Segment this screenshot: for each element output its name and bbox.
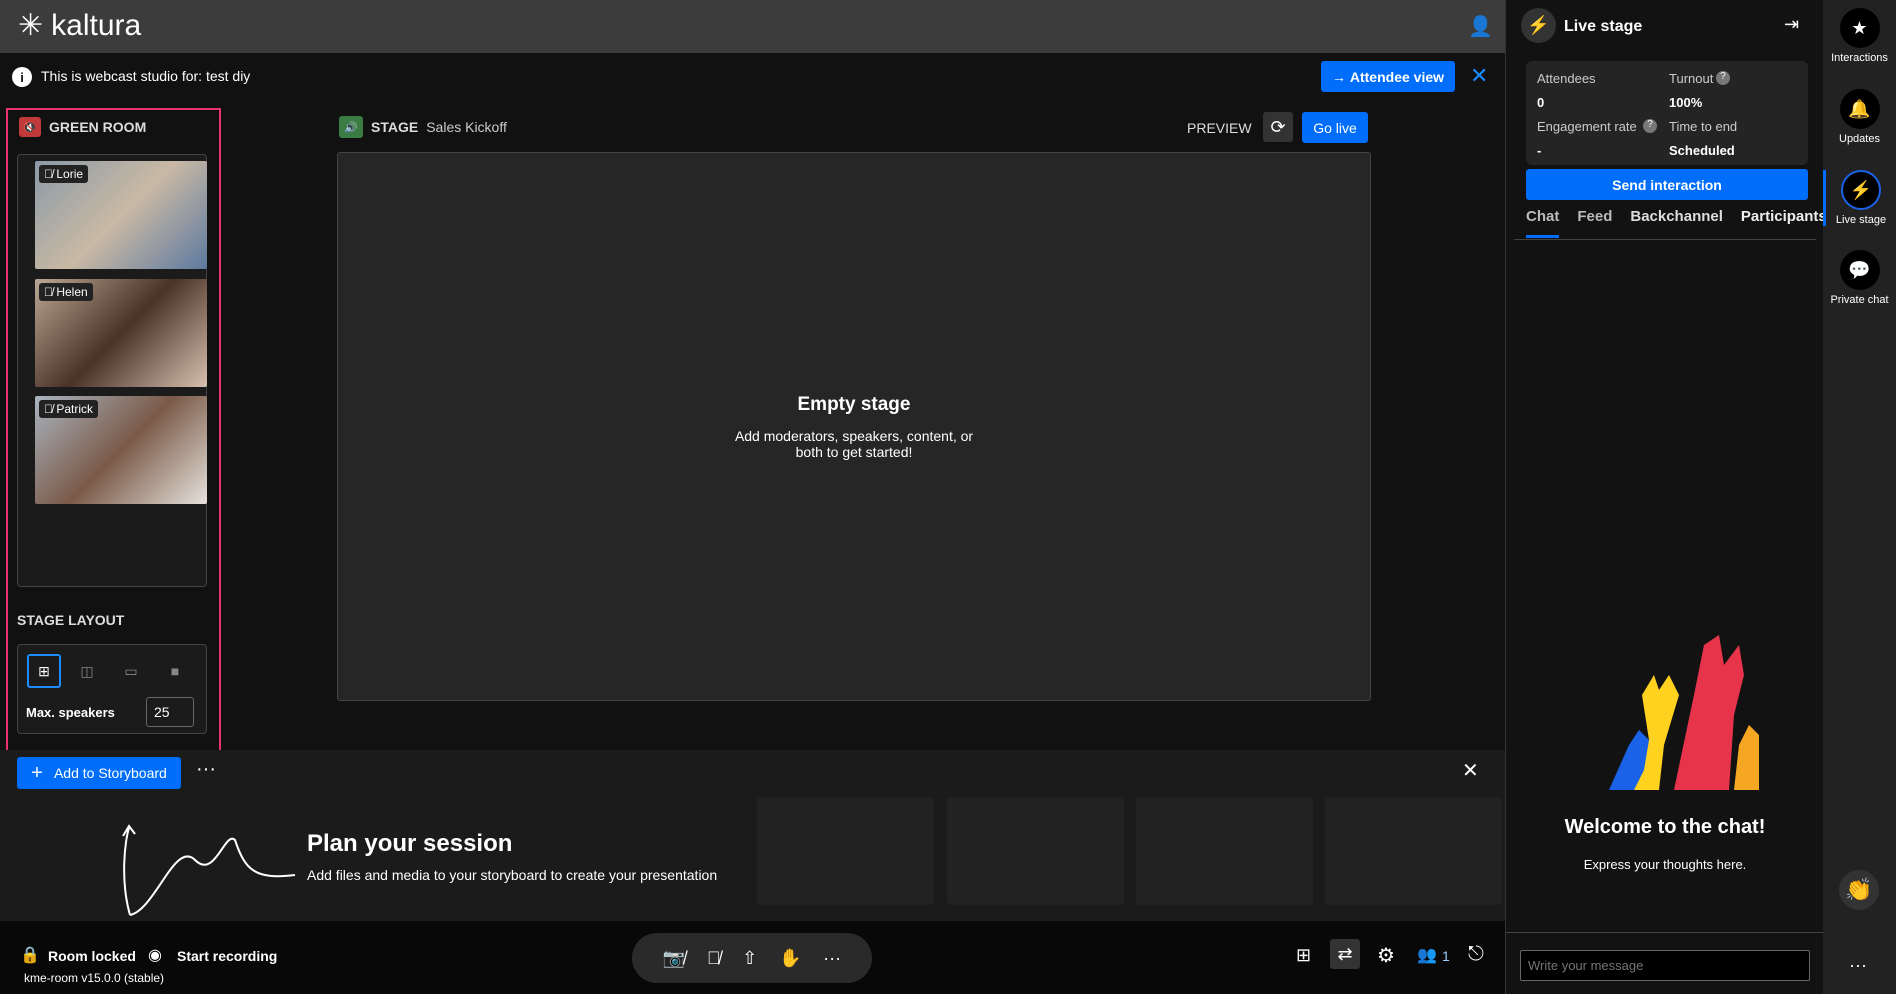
stage-layout-title: STAGE LAYOUT [17, 612, 125, 628]
help-icon[interactable]: ? [1643, 119, 1657, 133]
storyboard-placeholder [1325, 797, 1502, 905]
green-room-panel: 🔇 GREEN ROOM 🎙̸ Lorie 🎙̸ Helen 🎙̸ Patric… [6, 108, 221, 752]
info-icon: i [12, 67, 32, 87]
leave-icon[interactable]: ⎋ [1468, 943, 1484, 966]
send-interaction-button[interactable]: Send interaction [1526, 169, 1808, 200]
storyboard-placeholder [947, 797, 1124, 905]
stage-header: 🔊 STAGE Sales Kickoff [339, 116, 507, 138]
speaker-on-icon[interactable]: 🔊 [339, 116, 363, 138]
stats-card: Attendees 0 Engagement rate ? - Turnout … [1526, 61, 1808, 165]
clap-reaction-icon[interactable]: 👏 [1839, 870, 1879, 910]
help-icon[interactable]: ? [1716, 71, 1730, 85]
rail-item-updates[interactable]: 🔔 Updates [1823, 89, 1896, 145]
preview-label: PREVIEW [1187, 120, 1252, 136]
close-icon[interactable]: ✕ [1470, 63, 1488, 89]
lightning-icon: ⚡ [1521, 8, 1556, 43]
rail-item-live-stage[interactable]: ⚡ Live stage [1823, 170, 1896, 226]
attendee-view-button[interactable]: → Attendee view [1321, 61, 1455, 92]
user-icon[interactable]: 👤 [1468, 14, 1493, 39]
right-rail: ★ Interactions 🔔 Updates ⚡ Live stage 💬 Priv… [1823, 0, 1896, 994]
top-bar: ✳ kaltura 👤 [0, 0, 1505, 53]
collapse-panel-icon[interactable]: ⇥ [1784, 14, 1799, 35]
raise-hand-icon[interactable]: ✋ [779, 948, 801, 969]
layout-icon[interactable]: ⊞ [1296, 945, 1311, 966]
bell-icon: 🔔 [1839, 89, 1880, 129]
divider [1506, 932, 1824, 933]
tab-backchannel[interactable]: Backchannel [1630, 208, 1723, 239]
storyboard-placeholder [1136, 797, 1313, 905]
layout-split-icon[interactable]: ◫ [70, 654, 104, 688]
close-storyboard-icon[interactable]: ✕ [1462, 758, 1479, 783]
camera-off-icon[interactable]: 📷̸ [663, 948, 685, 969]
rail-item-interactions[interactable]: ★ Interactions [1823, 8, 1896, 64]
panel-tabs: Chat Feed Backchannel Participants [1514, 208, 1827, 240]
info-bar: i This is webcast studio for: test diy →… [0, 53, 1505, 101]
record-icon[interactable]: ◉ [148, 945, 162, 965]
green-room-list: 🎙̸ Lorie 🎙̸ Helen 🎙̸ Patrick [17, 154, 207, 587]
refresh-icon[interactable]: ⟳ [1263, 112, 1293, 142]
more-icon[interactable]: ··· [1849, 955, 1867, 976]
kaltura-logo-icon: ✳ [18, 9, 44, 42]
speaker-muted-icon[interactable]: 🔇 [19, 117, 41, 137]
stage-layout-box: ⊞ ◫ ▭ ■ Max. speakers 25 [17, 644, 207, 734]
live-stage-panel: ⚡ Live stage ⇥ Attendees 0 Engagement ra… [1505, 0, 1827, 994]
info-text: This is webcast studio for: test diy [41, 68, 251, 84]
switch-icon[interactable]: ⇄ [1330, 939, 1360, 969]
participant-tile[interactable]: 🎙̸ Helen [35, 279, 207, 387]
participants-icon[interactable]: 👥 [1417, 945, 1437, 965]
stage-canvas: Empty stage Add moderators, speakers, co… [337, 152, 1371, 701]
participant-tile[interactable]: 🎙̸ Patrick [35, 396, 207, 504]
tab-feed[interactable]: Feed [1577, 208, 1612, 239]
kaltura-logo: ✳ kaltura [18, 8, 142, 43]
participant-tile[interactable]: 🎙̸ Lorie [35, 161, 207, 269]
squiggle-arrow-illustration [122, 824, 296, 916]
mic-off-icon: 🎙̸ [44, 167, 57, 181]
chat-bubble-icon: 💬 [1839, 250, 1880, 290]
storyboard-placeholder [757, 797, 934, 905]
add-to-storyboard-button[interactable]: + Add to Storyboard [17, 757, 181, 789]
arrow-right-icon: → [1331, 68, 1350, 85]
star-icon: ★ [1839, 8, 1880, 48]
share-icon[interactable]: ⇧ [742, 948, 757, 969]
mic-off-icon: 🎙̸ [44, 285, 57, 299]
bottom-bar: 🔒 Room locked ◉ Start recording kme-room… [0, 921, 1505, 994]
raised-hands-illustration [1609, 635, 1759, 790]
mic-off-icon: 🎙̸ [44, 402, 57, 416]
media-controls: 📷̸ 🎙̸ ⇧ ✋ ··· [632, 933, 872, 983]
layout-top-icon[interactable]: ▭ [114, 654, 148, 688]
max-speakers-stepper[interactable]: 25 [146, 697, 194, 727]
tab-chat[interactable]: Chat [1526, 208, 1560, 238]
lock-icon[interactable]: 🔒 [20, 945, 40, 965]
layout-grid-icon[interactable]: ⊞ [27, 654, 61, 688]
layout-full-icon[interactable]: ■ [158, 654, 192, 688]
chat-message-input[interactable] [1520, 950, 1810, 981]
lightning-icon: ⚡ [1841, 170, 1881, 210]
more-icon[interactable]: ··· [823, 948, 841, 969]
plus-icon: + [31, 761, 54, 784]
more-icon[interactable]: ··· [196, 758, 216, 781]
tab-participants[interactable]: Participants [1741, 208, 1827, 239]
mic-off-icon[interactable]: 🎙̸ [707, 948, 721, 969]
go-live-button[interactable]: Go live [1302, 112, 1368, 143]
rail-item-private-chat[interactable]: 💬 Private chat [1823, 250, 1896, 306]
settings-icon[interactable]: ⚙ [1377, 943, 1395, 968]
